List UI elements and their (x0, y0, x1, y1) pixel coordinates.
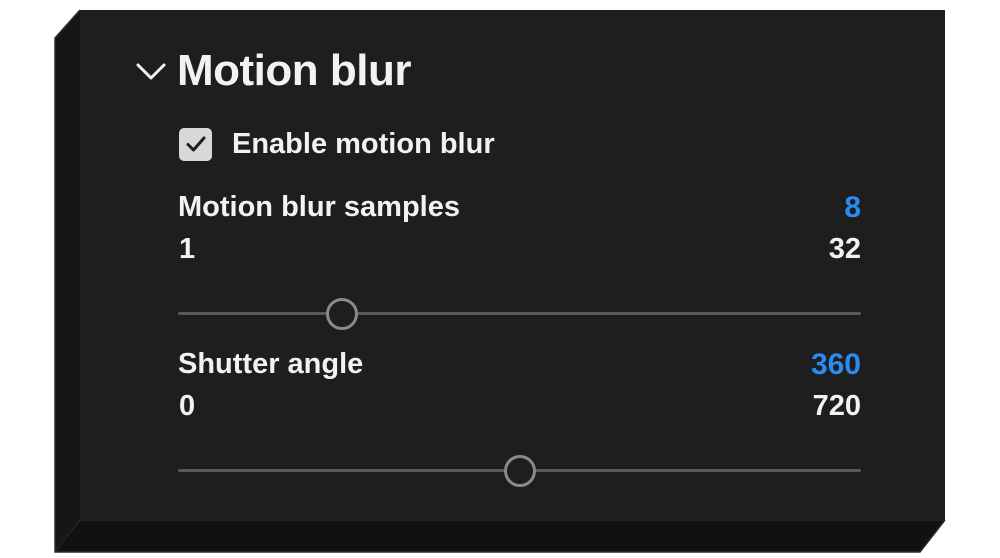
samples-label: Motion blur samples (178, 191, 460, 223)
samples-slider-track[interactable] (178, 312, 861, 315)
samples-min: 1 (179, 233, 196, 265)
stage: Motion blur Enable motion blur Motion bl… (0, 0, 1000, 558)
slider-title-row: Shutter angle 360 (178, 348, 861, 388)
shutter-angle-label: Shutter angle (178, 348, 364, 380)
checkmark-icon (186, 136, 205, 152)
shutter-angle-control: Shutter angle 360 0 720 (178, 348, 861, 489)
samples-max: 32 (828, 233, 861, 265)
shutter-angle-value: 360 (810, 348, 861, 381)
section-title: Motion blur (177, 46, 412, 95)
motion-blur-samples-control: Motion blur samples 8 1 32 (178, 191, 861, 332)
section-header-toggle[interactable]: Motion blur (135, 43, 412, 99)
samples-slider[interactable] (178, 292, 861, 332)
chevron-down-icon (135, 55, 167, 87)
shutter-min: 0 (179, 390, 196, 422)
samples-range-row: 1 32 (178, 231, 861, 275)
panel-bottom-face (55, 520, 945, 552)
enable-motion-blur-label: Enable motion blur (232, 127, 495, 160)
shutter-slider-thumb[interactable] (503, 455, 536, 487)
shutter-max: 720 (812, 390, 861, 422)
samples-value: 8 (844, 191, 861, 224)
motion-blur-panel: Motion blur Enable motion blur Motion bl… (80, 10, 945, 520)
samples-slider-thumb[interactable] (325, 298, 358, 330)
slider-title-row: Motion blur samples 8 (178, 191, 861, 231)
enable-motion-blur-row[interactable]: Enable motion blur (179, 124, 495, 164)
shutter-angle-slider[interactable] (178, 449, 861, 489)
panel-left-face (55, 10, 80, 552)
enable-motion-blur-checkbox[interactable] (179, 127, 212, 161)
shutter-range-row: 0 720 (178, 388, 861, 432)
